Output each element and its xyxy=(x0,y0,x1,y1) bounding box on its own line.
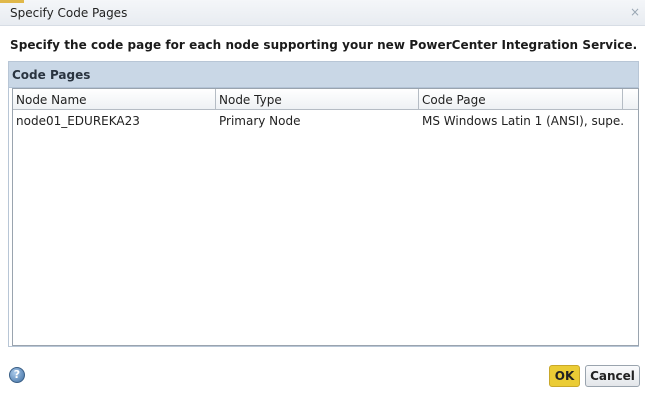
cell-node-name: node01_EDUREKA23 xyxy=(16,114,140,128)
column-header-node-name[interactable]: Node Name xyxy=(13,89,216,110)
close-icon[interactable]: × xyxy=(629,6,641,18)
dialog-titlebar: Specify Code Pages × xyxy=(0,0,645,26)
table-row[interactable]: node01_EDUREKA23 Primary Node MS Windows… xyxy=(13,110,638,131)
code-pages-panel: Code Pages Node Name Node Type Code Page… xyxy=(8,61,639,347)
cell-code-page[interactable]: MS Windows Latin 1 (ANSI), supe... xyxy=(419,110,623,131)
instruction-text: Specify the code page for each node supp… xyxy=(10,38,638,52)
cell-node-type: Primary Node xyxy=(219,114,301,128)
help-icon[interactable]: ? xyxy=(9,367,25,383)
table-header-row: Node Name Node Type Code Page xyxy=(13,89,638,110)
column-header-code-page[interactable]: Code Page xyxy=(419,89,623,110)
specify-code-pages-dialog: Specify Code Pages × Specify the code pa… xyxy=(0,0,645,402)
column-header-node-type[interactable]: Node Type xyxy=(216,89,419,110)
code-pages-panel-title: Code Pages xyxy=(12,68,91,82)
code-pages-table: Node Name Node Type Code Page node01_EDU… xyxy=(12,88,639,346)
ok-button[interactable]: OK xyxy=(549,365,580,387)
column-header-filler xyxy=(623,89,638,110)
dialog-title: Specify Code Pages xyxy=(10,6,128,20)
cancel-button[interactable]: Cancel xyxy=(585,365,640,387)
code-pages-panel-header: Code Pages xyxy=(9,62,638,88)
titlebar-accent xyxy=(0,0,24,3)
